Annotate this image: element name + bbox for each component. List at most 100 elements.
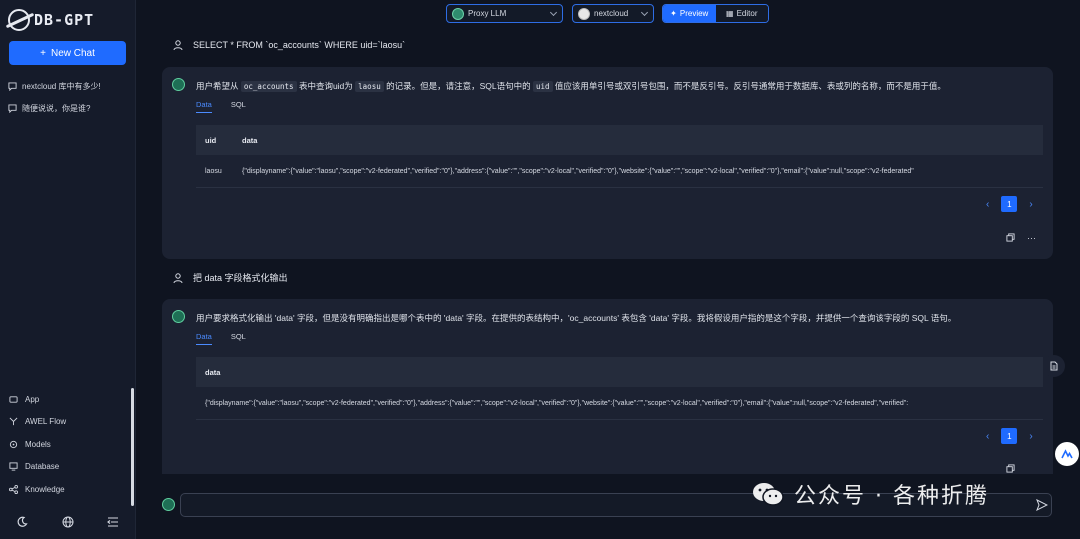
send-icon[interactable]	[1036, 498, 1049, 512]
database-select[interactable]: nextcloud	[572, 4, 654, 23]
wechat-logo-icon	[752, 481, 784, 507]
model-select[interactable]: Proxy LLM	[446, 4, 563, 23]
conversation-title: nextcloud 库中有多少!	[22, 82, 101, 91]
new-chat-label: New Chat	[50, 47, 95, 59]
app-icon	[9, 396, 18, 403]
tab-sql[interactable]: SQL	[231, 100, 246, 113]
sidebar-footer	[0, 515, 136, 531]
sidebar: DB-GPT + New Chat nextcloud 库中有多少! 随便说说，…	[0, 0, 136, 539]
llm-icon	[452, 7, 464, 20]
user-message-text: SELECT * FROM `oc_accounts` WHERE uid=`l…	[193, 40, 406, 50]
logo-icon	[8, 9, 30, 31]
nav-label: Knowledge	[25, 485, 65, 494]
inline-code: laosu	[355, 81, 384, 92]
inline-code: oc_accounts	[240, 81, 297, 92]
database-select-value: nextcloud	[594, 9, 629, 18]
assistant-avatar-icon	[172, 78, 185, 91]
copy-icon[interactable]	[1006, 464, 1015, 475]
chat-bubble-icon	[8, 82, 17, 91]
plus-icon: +	[40, 47, 46, 59]
table-cell: {"displayname":{"value":"laosu","scope":…	[242, 167, 914, 175]
preview-button[interactable]: ✦ Preview	[663, 5, 716, 22]
document-float-button[interactable]	[1043, 355, 1065, 377]
result-tabs: Data SQL	[196, 100, 246, 113]
user-avatar-icon	[173, 272, 183, 283]
flow-icon	[9, 417, 18, 426]
sparkle-icon: ✦	[670, 9, 677, 18]
sidebar-scrollbar[interactable]	[131, 388, 134, 506]
editor-label: Editor	[736, 9, 758, 18]
assistant-message-text: 用户要求格式化输出 'data' 字段，但是没有明确指出是哪个表中的 'data…	[196, 313, 957, 323]
nav-label: Models	[25, 440, 51, 449]
column-header: data	[205, 367, 221, 377]
knowledge-icon	[9, 485, 18, 494]
prev-page-icon[interactable]: ‹	[986, 199, 989, 210]
logo: DB-GPT	[8, 9, 94, 31]
nav-label: Database	[25, 462, 60, 471]
brand-logo-icon	[1061, 449, 1073, 459]
nav-item-models[interactable]: Models	[9, 440, 51, 449]
assistant-avatar-icon	[172, 310, 185, 323]
table-cell: laosu	[205, 167, 222, 175]
tab-data[interactable]: Data	[196, 332, 212, 345]
document-icon	[1050, 361, 1058, 371]
next-page-icon[interactable]: ›	[1029, 199, 1032, 210]
pagination: ‹ 1 ›	[986, 428, 1033, 444]
watermark-text: 公众号 · 各种折腾	[794, 484, 989, 509]
prev-page-icon[interactable]: ‹	[986, 431, 989, 442]
language-globe-icon[interactable]	[62, 515, 74, 528]
assistant-message-card: 用户希望从 oc_accounts 表中查询uid为 laosu 的记录。但是，…	[162, 67, 1053, 259]
logo-text: DB-GPT	[34, 11, 95, 29]
models-icon	[9, 440, 18, 449]
conversation-item[interactable]: 随便说说，你是谁?	[8, 103, 90, 114]
app-root: DB-GPT + New Chat nextcloud 库中有多少! 随便说说，…	[0, 0, 1080, 539]
assistant-message-text: 用户希望从 oc_accounts 表中查询uid为 laosu 的记录。但是，…	[196, 81, 946, 92]
message-actions: ···	[1006, 233, 1036, 244]
chevron-down-icon	[640, 8, 649, 17]
nav-item-app[interactable]: App	[9, 395, 39, 404]
result-table: uid data laosu {"displayname":{"value":"…	[196, 125, 1043, 188]
table-header: data	[196, 357, 1043, 387]
nav-label: App	[25, 395, 40, 404]
user-message: SELECT * FROM `oc_accounts` WHERE uid=`l…	[173, 40, 405, 50]
database-icon	[9, 462, 18, 471]
more-icon[interactable]: ···	[1027, 233, 1036, 244]
collapse-menu-icon[interactable]	[107, 515, 119, 527]
conversation-item[interactable]: nextcloud 库中有多少!	[8, 81, 101, 92]
editor-button[interactable]: ▦ Editor	[715, 5, 768, 22]
message-actions	[1006, 464, 1015, 475]
conversation-title: 随便说说，你是谁?	[22, 104, 91, 113]
database-icon	[578, 7, 590, 20]
view-mode-toggle: ✦ Preview ▦ Editor	[662, 4, 769, 23]
assistant-float-button[interactable]	[1055, 442, 1079, 466]
watermark: 公众号 · 各种折腾	[752, 478, 989, 510]
table-row: laosu {"displayname":{"value":"laosu","s…	[196, 155, 1043, 188]
copy-icon[interactable]	[1006, 233, 1015, 244]
user-message-text: 把 data 字段格式化输出	[193, 273, 288, 283]
result-table: data {"displayname":{"value":"laosu","sc…	[196, 357, 1043, 420]
nav-item-knowledge[interactable]: Knowledge	[9, 485, 65, 494]
pagination: ‹ 1 ›	[986, 196, 1033, 212]
nav-item-database[interactable]: Database	[9, 462, 59, 471]
chevron-down-icon	[549, 8, 558, 17]
preview-label: Preview	[679, 9, 709, 18]
page-number[interactable]: 1	[1001, 196, 1018, 212]
result-tabs: Data SQL	[196, 332, 246, 345]
column-header: data	[242, 135, 258, 145]
tab-sql[interactable]: SQL	[231, 332, 246, 345]
chat-bubble-icon	[8, 104, 17, 113]
assistant-avatar-icon	[162, 498, 175, 511]
table-row: {"displayname":{"value":"laosu","scope":…	[196, 387, 1043, 420]
page-number[interactable]: 1	[1001, 428, 1018, 444]
theme-toggle-icon[interactable]	[16, 515, 28, 527]
user-message: 把 data 字段格式化输出	[173, 271, 288, 284]
tab-data[interactable]: Data	[196, 100, 212, 113]
table-cell: {"displayname":{"value":"laosu","scope":…	[205, 399, 909, 407]
assistant-message-card: 用户要求格式化输出 'data' 字段，但是没有明确指出是哪个表中的 'data…	[162, 299, 1053, 474]
user-avatar-icon	[173, 40, 183, 50]
column-header: uid	[205, 135, 217, 145]
next-page-icon[interactable]: ›	[1029, 431, 1032, 442]
nav-label: AWEL Flow	[25, 417, 67, 426]
nav-item-awel-flow[interactable]: AWEL Flow	[9, 417, 66, 426]
new-chat-button[interactable]: + New Chat	[9, 41, 126, 65]
